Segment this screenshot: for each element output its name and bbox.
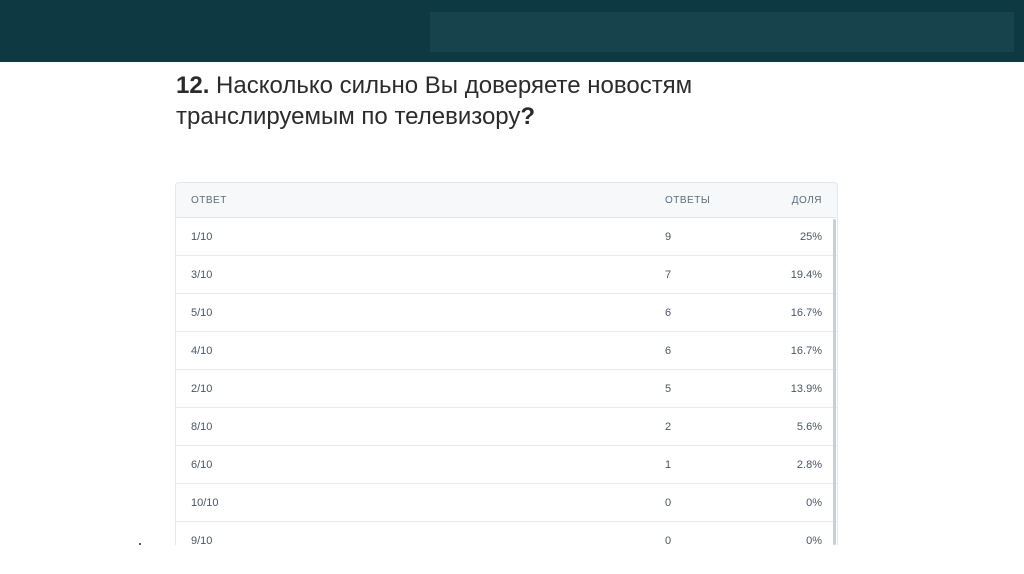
cell-answer: 6/10: [191, 459, 213, 471]
question-number: 12.: [176, 72, 210, 99]
cell-share: 0%: [806, 535, 822, 545]
table-body: 1/10 9 25% 3/10 7 19.4% 5/10 6 16.7% 4/10 6 16.7% 2/…: [176, 218, 837, 545]
results-table: ОТВЕТ ОТВЕТЫ ДОЛЯ 1/10 9 25% 3/10 7 19.4% 5/10…: [175, 182, 838, 545]
table-row: 4/10 6 16.7%: [176, 332, 837, 370]
question-text-line1: Насколько сильно Вы доверяете новостям: [216, 72, 693, 99]
question-mark: ?: [520, 103, 536, 130]
table-row: 10/10 0 0%: [176, 484, 837, 522]
cell-count: 9: [665, 231, 672, 243]
table-scrollbar[interactable]: [833, 219, 836, 545]
cell-share: 19.4%: [790, 269, 822, 281]
cell-share: 13.9%: [790, 383, 822, 395]
table-row: 2/10 5 13.9%: [176, 370, 837, 408]
cell-share: 0%: [806, 497, 822, 509]
cell-answer: 8/10: [191, 421, 213, 433]
cell-count: 0: [665, 497, 672, 509]
table-row: 1/10 9 25%: [176, 218, 837, 256]
question-title: 12. Насколько сильно Вы доверяете новост…: [176, 70, 876, 132]
cell-answer: 10/10: [191, 497, 219, 509]
table-header: ОТВЕТ ОТВЕТЫ ДОЛЯ: [176, 183, 837, 218]
cell-count: 6: [665, 307, 672, 319]
cell-share: 25%: [799, 231, 822, 243]
cell-count: 6: [665, 345, 672, 357]
cell-answer: 3/10: [191, 269, 213, 281]
column-header-count[interactable]: ОТВЕТЫ: [665, 195, 710, 206]
question-text-line2: транслируемым по телевизору: [176, 103, 521, 130]
cell-count: 0: [665, 535, 672, 545]
column-header-answer[interactable]: ОТВЕТ: [191, 195, 227, 206]
cell-share: 16.7%: [790, 345, 822, 357]
cell-count: 7: [665, 269, 672, 281]
table-row: 3/10 7 19.4%: [176, 256, 837, 294]
cell-share: 5.6%: [796, 421, 822, 433]
table-row: 5/10 6 16.7%: [176, 294, 837, 332]
cell-answer: 5/10: [191, 307, 213, 319]
cell-answer: 9/10: [191, 535, 213, 545]
column-header-share[interactable]: ДОЛЯ: [792, 195, 822, 206]
question-line-2: транслируемым по телевизору?: [176, 101, 876, 132]
cell-answer: 2/10: [191, 383, 213, 395]
table-row: 9/10 0 0%: [176, 522, 837, 545]
question-line-1: 12. Насколько сильно Вы доверяете новост…: [176, 70, 876, 101]
cell-share: 2.8%: [796, 459, 822, 471]
decorative-dot: [139, 543, 141, 545]
cell-count: 2: [665, 421, 672, 433]
table-row: 6/10 1 2.8%: [176, 446, 837, 484]
header-panel: [430, 12, 1014, 52]
cell-count: 5: [665, 383, 672, 395]
cell-share: 16.7%: [790, 307, 822, 319]
table-row: 8/10 2 5.6%: [176, 408, 837, 446]
cell-count: 1: [665, 459, 672, 471]
top-header-bar: [0, 0, 1024, 62]
cell-answer: 1/10: [191, 231, 213, 243]
cell-answer: 4/10: [191, 345, 213, 357]
